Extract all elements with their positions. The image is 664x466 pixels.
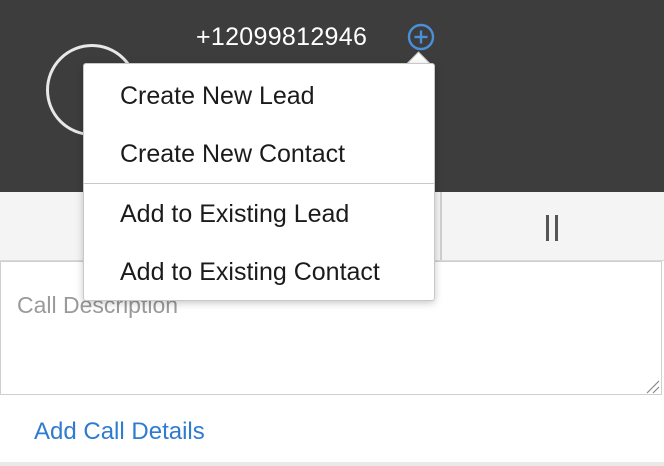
pause-icon (543, 215, 561, 241)
bottom-strip (0, 462, 664, 466)
controls-divider (440, 192, 442, 260)
plus-circle-icon (407, 23, 435, 51)
menu-item-add-to-existing-contact[interactable]: Add to Existing Contact (84, 243, 434, 301)
pause-button[interactable] (530, 198, 574, 258)
add-record-button[interactable] (406, 22, 436, 52)
add-record-dropdown-menu: Create New Lead Create New Contact Add t… (83, 63, 435, 301)
phone-number: +12099812946 (196, 23, 368, 51)
menu-item-add-to-existing-lead[interactable]: Add to Existing Lead (84, 185, 434, 243)
menu-item-create-new-lead[interactable]: Create New Lead (84, 67, 434, 125)
menu-divider (84, 183, 434, 184)
resize-handle-icon[interactable] (644, 378, 660, 394)
menu-item-create-new-contact[interactable]: Create New Contact (84, 125, 434, 183)
add-call-details-link[interactable]: Add Call Details (34, 418, 205, 446)
